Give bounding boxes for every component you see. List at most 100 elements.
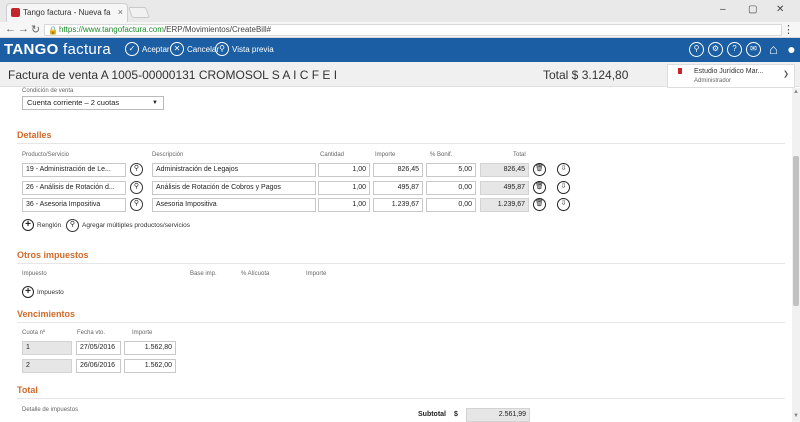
delete-icon[interactable]: 🗑 <box>533 198 546 211</box>
importe-field[interactable]: 1.239,67 <box>373 198 423 212</box>
notifications-icon[interactable]: ✉ <box>746 42 761 57</box>
col-bonif: % Bonif. <box>430 152 453 158</box>
col-cantidad: Cantidad <box>320 152 345 158</box>
preview-button[interactable]: ⚲ Vista previa <box>215 42 274 57</box>
back-icon[interactable]: ← <box>5 23 16 35</box>
user-name: Estudio Jurídico Mar... <box>694 68 764 75</box>
add-row-button[interactable]: Renglón <box>37 222 61 229</box>
close-window-button[interactable]: ✕ <box>776 4 784 15</box>
delete-icon[interactable]: 🗑 <box>533 163 546 176</box>
user-menu[interactable]: Estudio Jurídico Mar... Administrador ❯ <box>667 64 795 88</box>
importe-field[interactable]: 1.562,80 <box>124 341 176 355</box>
scroll-thumb[interactable] <box>793 156 799 306</box>
fecha-field[interactable]: 27/05/2016 <box>76 341 121 355</box>
browser-tab-bar: Tango factura - Nueva fa × – ▢ ✕ <box>0 0 800 22</box>
col-base: Base imp. <box>190 271 217 277</box>
browser-menu-icon[interactable]: ⋮ <box>783 23 794 36</box>
producto-field[interactable]: 26 - Análisis de Rotación d... <box>22 181 126 195</box>
minimize-button[interactable]: – <box>720 4 726 15</box>
url-host: https://www.tangofactura.com <box>59 25 164 34</box>
importe-field[interactable]: 826,45 <box>373 163 423 177</box>
close-icon: ✕ <box>170 42 184 56</box>
add-tax-button[interactable]: Impuesto <box>37 289 64 296</box>
divider <box>17 322 785 323</box>
url-path: /ERP/Movimientos/CreateBill# <box>163 25 272 34</box>
bonif-field[interactable]: 0,00 <box>426 198 476 212</box>
condicion-label: Condición de venta <box>22 88 74 94</box>
download-icon[interactable]: ⇩ <box>557 181 570 194</box>
subtotal-field: 2.561,99 <box>466 408 530 422</box>
cuota-field: 1 <box>22 341 72 355</box>
download-icon[interactable]: ⇩ <box>557 198 570 211</box>
accept-button[interactable]: ✓ Aceptar <box>125 42 170 57</box>
divider <box>17 263 785 264</box>
condicion-select[interactable]: Cuenta corriente – 2 cuotas ▼ <box>22 96 164 110</box>
search-icon[interactable]: ⚲ <box>66 219 79 232</box>
page-scrollbar[interactable]: ▲ ▼ <box>792 88 800 422</box>
tab-close-icon[interactable]: × <box>118 4 123 21</box>
search-icon[interactable]: ⚲ <box>130 163 143 176</box>
descripcion-field[interactable]: Administración de Legajos <box>152 163 316 177</box>
reload-icon[interactable]: ↻ <box>31 23 40 36</box>
maximize-button[interactable]: ▢ <box>748 4 757 15</box>
add-multiple-button[interactable]: Agregar múltiples productos/servicios <box>82 222 190 229</box>
importe-field[interactable]: 495,87 <box>373 181 423 195</box>
col-cuota: Cuota nº <box>22 330 46 336</box>
producto-field[interactable]: 19 - Administración de Le... <box>22 163 126 177</box>
app-header: TANGO factura ✓ Aceptar ✕ Cancelar ⚲ Vis… <box>0 38 800 62</box>
add-row-icon[interactable]: + <box>22 219 34 231</box>
cancel-button[interactable]: ✕ Cancelar <box>170 42 219 57</box>
scroll-up-icon[interactable]: ▲ <box>793 89 799 95</box>
col-importe: Importe <box>375 152 396 158</box>
total-field: 826,45 <box>480 163 529 177</box>
importe-field[interactable]: 1.562,00 <box>124 359 176 373</box>
delete-icon[interactable]: 🗑 <box>533 181 546 194</box>
lock-icon: 🔒 <box>48 26 58 35</box>
col-alicuota: % Alícuota <box>241 271 270 277</box>
add-tax-icon[interactable]: + <box>22 286 34 298</box>
forward-icon[interactable]: → <box>18 23 29 35</box>
page-title: Factura de venta A 1005-00000131 CROMOSO… <box>8 68 338 82</box>
detalle-impuestos-label: Detalle de impuestos <box>22 407 79 413</box>
descripcion-field[interactable]: Asesoria Impositiva <box>152 198 316 212</box>
app-logo[interactable]: TANGO factura <box>4 41 111 58</box>
total-field: 1.239,67 <box>480 198 529 212</box>
total-field: 495,87 <box>480 181 529 195</box>
url-input[interactable]: 🔒 https://www.tangofactura.com/ERP/Movim… <box>44 24 782 36</box>
new-tab-button[interactable] <box>127 7 151 18</box>
download-icon[interactable]: ⇩ <box>557 163 570 176</box>
help-icon[interactable]: ? <box>727 42 742 57</box>
tab-title: Tango factura - Nueva fa <box>23 8 111 17</box>
company-flag-icon <box>678 68 682 74</box>
search-icon: ⚲ <box>215 42 229 56</box>
search-icon[interactable]: ⚲ <box>689 42 704 57</box>
fecha-field[interactable]: 26/06/2016 <box>76 359 121 373</box>
bonif-field[interactable]: 0,00 <box>426 181 476 195</box>
home-icon[interactable]: ⌂ <box>766 42 781 57</box>
producto-field[interactable]: 36 - Asesoria Impositiva <box>22 198 126 212</box>
subtotal-label: Subtotal <box>418 411 446 418</box>
scroll-down-icon[interactable]: ▼ <box>793 413 799 419</box>
cantidad-field[interactable]: 1,00 <box>318 181 370 195</box>
cantidad-field[interactable]: 1,00 <box>318 163 370 177</box>
search-icon[interactable]: ⚲ <box>130 198 143 211</box>
search-icon[interactable]: ⚲ <box>130 181 143 194</box>
check-icon: ✓ <box>125 42 139 56</box>
document-total: Total $ 3.124,80 <box>543 68 629 82</box>
descripcion-field[interactable]: Análisis de Rotación de Cobros y Pagos <box>152 181 316 195</box>
address-bar: ← → ↻ 🔒 https://www.tangofactura.com/ERP… <box>0 22 800 38</box>
condicion-value: Cuenta corriente – 2 cuotas <box>27 98 120 107</box>
col-descripcion: Descripción <box>152 152 184 158</box>
logo-bold: TANGO <box>4 41 59 58</box>
preview-label: Vista previa <box>232 45 274 54</box>
settings-icon[interactable]: ⚙ <box>708 42 723 57</box>
cantidad-field[interactable]: 1,00 <box>318 198 370 212</box>
user-role: Administrador <box>694 78 732 84</box>
user-icon[interactable]: ● <box>784 42 799 57</box>
logo-light: factura <box>58 41 111 58</box>
browser-tab[interactable]: Tango factura - Nueva fa × <box>6 3 128 22</box>
col-impuesto: Impuesto <box>22 271 47 277</box>
bonif-field[interactable]: 5,00 <box>426 163 476 177</box>
section-vencimientos: Vencimientos <box>17 309 76 319</box>
currency-symbol: $ <box>454 411 458 418</box>
